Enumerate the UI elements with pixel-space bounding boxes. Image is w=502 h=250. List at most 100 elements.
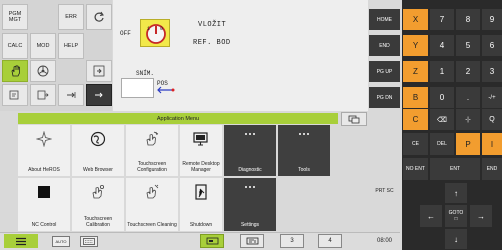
key-i[interactable]: I xyxy=(482,133,502,155)
positioning-mode-key[interactable] xyxy=(86,60,112,82)
touch-config-icon xyxy=(126,131,178,147)
key-7[interactable]: 7 xyxy=(430,9,454,30)
ent-key[interactable]: ENT xyxy=(430,158,480,180)
key-sign[interactable]: -/+ xyxy=(482,87,502,108)
key-4[interactable]: 4 xyxy=(430,35,454,56)
program-run-icon xyxy=(37,90,49,100)
app-tile-label: Web Browser xyxy=(83,166,113,173)
incremental-key[interactable]: -|- xyxy=(456,109,480,130)
key-z[interactable]: Z xyxy=(403,61,428,82)
app-tile-nc-control[interactable]: NC Control xyxy=(18,178,70,231)
print-screen-key[interactable]: PRT SC xyxy=(369,180,400,202)
globe-icon xyxy=(72,131,124,147)
handwheel-icon xyxy=(37,65,49,77)
workspace-1-button[interactable] xyxy=(200,234,224,248)
app-tile-shutdown[interactable]: Shutdown xyxy=(180,178,222,231)
key-q[interactable]: Q xyxy=(482,109,502,130)
main-menu-button[interactable] xyxy=(4,234,38,248)
goto-key[interactable]: GOTO □ xyxy=(445,205,467,227)
keyboard-icon xyxy=(83,238,95,245)
app-tile-tools[interactable]: Tools xyxy=(278,125,330,176)
app-tile-touchscreen-configuration[interactable]: Touchscreen Configuration xyxy=(126,125,178,176)
calc-key[interactable]: CALC xyxy=(2,33,28,59)
arrow-down-key[interactable]: ↓ xyxy=(445,229,467,249)
arrow-left-key[interactable]: ← xyxy=(420,205,442,227)
menu-icon xyxy=(16,237,26,245)
windows-icon xyxy=(348,115,360,123)
app-tile-label: Tools xyxy=(298,166,310,173)
key-5[interactable]: 5 xyxy=(456,35,480,56)
goto-box-icon: □ xyxy=(454,216,458,222)
program-edit-key[interactable] xyxy=(2,84,28,106)
manual-mode-key[interactable] xyxy=(2,60,28,82)
touch-calibrate-icon xyxy=(72,184,124,200)
end-block-key[interactable]: END xyxy=(482,158,502,180)
app-tile-label: Touchscreen Configuration xyxy=(137,161,167,173)
key-1[interactable]: 1 xyxy=(430,61,454,82)
app-tile-touchscreen-cleaning[interactable]: Touchscreen Cleaning xyxy=(126,178,178,231)
key-y[interactable]: Y xyxy=(403,35,428,56)
test-run-icon xyxy=(95,92,103,98)
help-key[interactable]: HELP xyxy=(58,33,84,59)
window-switch-button[interactable] xyxy=(341,112,367,126)
hand-icon xyxy=(11,65,20,77)
program-run-full-key[interactable] xyxy=(58,84,84,106)
home-key[interactable]: HOME xyxy=(369,9,400,30)
key-9[interactable]: 9 xyxy=(482,9,502,30)
probe-label: SNÍM. xyxy=(136,70,155,77)
key-0[interactable]: 0 xyxy=(430,87,454,108)
app-tile-web-browser[interactable]: Web Browser xyxy=(72,125,124,176)
off-label: OFF xyxy=(120,30,131,37)
key-decimal[interactable]: . xyxy=(456,87,480,108)
key-6[interactable]: 6 xyxy=(482,35,502,56)
backspace-key[interactable]: ⌫ xyxy=(430,109,454,130)
ellipsis-icon xyxy=(224,184,276,190)
err-key[interactable]: ERR xyxy=(58,4,84,30)
app-tile-label: About HeROS xyxy=(28,166,60,173)
key-3[interactable]: 3 xyxy=(482,61,502,82)
clock: 08:00 xyxy=(377,238,393,244)
workspace-3-button[interactable]: 3 xyxy=(280,234,304,248)
no-ent-key[interactable]: NO ENT xyxy=(403,158,428,180)
program-screen-icon xyxy=(246,237,258,244)
app-tile-touchscreen-calibration[interactable]: Touchscreen Calibration xyxy=(72,178,124,231)
page-up-key[interactable]: PG UP xyxy=(369,61,400,82)
handwheel-key[interactable] xyxy=(30,60,56,82)
key-b[interactable]: B xyxy=(403,87,428,108)
page-down-key[interactable]: PG DN xyxy=(369,87,400,108)
probe-position-box[interactable] xyxy=(121,78,154,98)
sparkle-icon xyxy=(18,131,70,147)
key-8[interactable]: 8 xyxy=(456,9,480,30)
refresh-key[interactable] xyxy=(86,4,112,30)
key-x[interactable]: X xyxy=(403,9,428,30)
ellipsis-icon xyxy=(224,131,276,137)
ce-key[interactable]: CE xyxy=(403,133,428,155)
end-key[interactable]: END xyxy=(369,35,400,56)
arrow-right-key[interactable]: → xyxy=(470,205,492,227)
del-key[interactable]: DEL xyxy=(430,133,454,155)
workspace-2-button[interactable] xyxy=(240,234,264,248)
app-tile-diagnostic[interactable]: Diagnostic xyxy=(224,125,276,176)
arrow-up-key[interactable]: ↑ xyxy=(445,183,467,203)
program-run-single-key[interactable] xyxy=(30,84,56,106)
key-p[interactable]: P xyxy=(456,133,480,155)
workspace-4-button[interactable]: 4 xyxy=(318,234,342,248)
spindle-selector[interactable] xyxy=(140,19,170,47)
pgm-mgt-key[interactable]: PGM MGT xyxy=(2,4,28,30)
test-run-key[interactable] xyxy=(86,84,112,106)
app-tile-label: NC Control xyxy=(31,221,57,228)
auto-label: AUTO xyxy=(55,239,67,244)
app-tile-settings[interactable]: Settings xyxy=(224,178,276,231)
ellipsis-icon xyxy=(278,131,330,137)
remote-desktop-icon xyxy=(180,131,222,147)
mod-key[interactable]: MOD xyxy=(30,33,56,59)
ref-point-label: REF. BOD xyxy=(193,39,231,47)
key-2[interactable]: 2 xyxy=(456,61,480,82)
app-tile-label: Diagnostic xyxy=(238,166,262,173)
app-tile-about-heros[interactable]: About HeROS xyxy=(18,125,70,176)
key-c[interactable]: C xyxy=(403,109,428,130)
app-tile-label: Shutdown xyxy=(189,221,213,228)
keyboard-button[interactable] xyxy=(80,236,98,247)
auto-indicator[interactable]: AUTO xyxy=(52,236,70,247)
app-tile-remote-desktop-manager[interactable]: Remote Desktop Manager xyxy=(180,125,222,176)
